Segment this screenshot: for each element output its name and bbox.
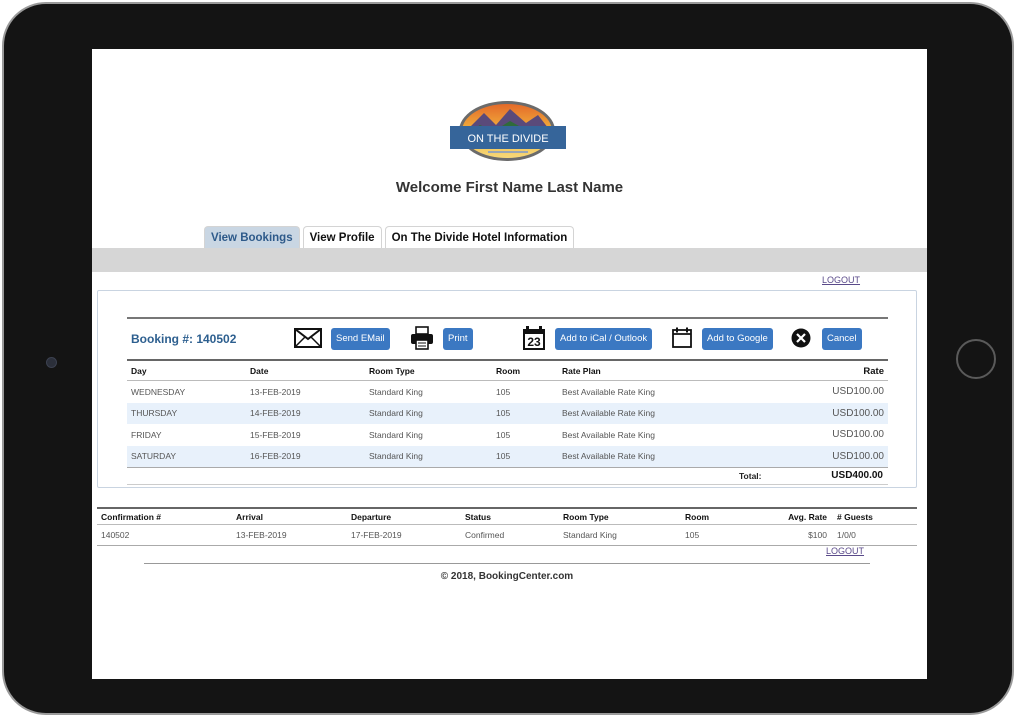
cell-day: FRIDAY (131, 429, 162, 440)
col-room-header: Room (681, 509, 763, 525)
cell-departure: 17-FEB-2019 (347, 524, 461, 546)
booking-nights-table: Day Date Room Type Room Rate Plan Rate W… (127, 362, 888, 467)
reservation-summary-table: Confirmation # Arrival Departure Status … (97, 509, 917, 546)
copyright-text: © 2018, BookingCenter.com (440, 571, 574, 582)
table-row: THURSDAY 14-FEB-2019 Standard King 105 B… (127, 402, 888, 424)
table-row: 140502 13-FEB-2019 17-FEB-2019 Confirmed… (97, 524, 917, 546)
cell-rate: USD100.00 (832, 429, 884, 441)
col-arrival-header: Arrival (232, 509, 347, 525)
col-room-header: Room (492, 362, 558, 381)
col-room-type-header: Room Type (365, 362, 492, 381)
divider (127, 467, 888, 468)
cell-confirmation: 140502 (97, 524, 232, 546)
cell-room: 105 (492, 445, 558, 467)
booking-number: Booking #: 140502 (131, 332, 237, 346)
cell-rate-plan: Best Available Rate King (562, 429, 655, 440)
add-to-google-button[interactable]: Add to Google (702, 328, 773, 350)
cell-rate: USD100.00 (738, 402, 888, 424)
col-rate-header: Rate (738, 362, 888, 381)
col-status-header: Status (461, 509, 559, 525)
divider (127, 359, 888, 361)
cell-date: 16-FEB-2019 (246, 445, 365, 467)
table-row: SATURDAY 16-FEB-2019 Standard King 105 B… (127, 445, 888, 467)
booking-panel: Booking #: 140502 Send EMail Print 23 Ad… (97, 290, 917, 488)
add-to-ical-button[interactable]: Add to iCal / Outlook (555, 328, 653, 350)
col-date-header: Date (246, 362, 365, 381)
cell-day: THURSDAY (127, 402, 246, 424)
total-value: USD400.00 (831, 470, 883, 481)
divider (127, 484, 888, 485)
hotel-logo: ON THE DIVIDE (450, 101, 566, 161)
cell-room-type: Standard King (559, 524, 681, 546)
cell-room: 105 (496, 429, 511, 440)
divider (144, 563, 870, 564)
tab-view-bookings[interactable]: View Bookings (204, 226, 300, 248)
logo-text: ON THE DIVIDE (467, 133, 548, 145)
calendar-icon[interactable] (672, 327, 692, 348)
cell-day: SATURDAY (127, 445, 246, 467)
cell-room-type: Standard King (365, 445, 492, 467)
col-departure-header: Departure (347, 509, 461, 525)
cell-room-type: Standard King (369, 386, 423, 397)
tab-bar: View Bookings View Profile On The Divide… (204, 226, 575, 248)
print-button[interactable]: Print (443, 328, 473, 350)
tab-hotel-information[interactable]: On The Divide Hotel Information (384, 226, 575, 248)
calendar-23-icon[interactable]: 23 (522, 325, 546, 351)
col-avg-rate-header: Avg. Rate (763, 509, 833, 525)
cell-room: 105 (681, 524, 763, 546)
col-confirmation-header: Confirmation # (97, 509, 232, 525)
cell-rate-plan: Best Available Rate King (558, 445, 738, 467)
col-rate-plan-header: Rate Plan (558, 362, 738, 381)
tablet-frame: ON THE DIVIDE Welcome First Name Last Na… (2, 2, 1014, 715)
table-header-row: Confirmation # Arrival Departure Status … (97, 509, 917, 525)
col-guests-header: # Guests (833, 509, 917, 525)
total-label: Total: (739, 471, 762, 481)
cell-day: WEDNESDAY (131, 386, 186, 397)
cell-arrival: 13-FEB-2019 (232, 524, 347, 546)
cell-room: 105 (492, 402, 558, 424)
cell-room-type: Standard King (369, 429, 423, 440)
table-row: FRIDAY 15-FEB-2019 Standard King 105 Bes… (127, 424, 888, 446)
cell-room-type: Standard King (365, 402, 492, 424)
cell-avg-rate: $100 (763, 524, 833, 546)
cell-date: 15-FEB-2019 (250, 429, 301, 440)
app-screen: ON THE DIVIDE Welcome First Name Last Na… (92, 49, 927, 679)
cell-rate-plan: Best Available Rate King (562, 386, 655, 397)
table-header-row: Day Date Room Type Room Rate Plan Rate (127, 362, 888, 381)
cell-status: Confirmed (461, 524, 559, 546)
printer-icon[interactable] (410, 326, 434, 350)
tab-content-band (92, 248, 927, 272)
logout-link-top[interactable]: LOGOUT (822, 275, 860, 285)
close-circle-icon[interactable] (791, 328, 811, 348)
cancel-button[interactable]: Cancel (822, 328, 862, 350)
logout-link-bottom[interactable]: LOGOUT (826, 546, 864, 556)
tab-view-profile[interactable]: View Profile (302, 226, 382, 248)
table-row: WEDNESDAY 13-FEB-2019 Standard King 105 … (127, 381, 888, 403)
cell-rate: USD100.00 (832, 386, 884, 398)
cell-date: 14-FEB-2019 (246, 402, 365, 424)
cell-rate: USD100.00 (738, 445, 888, 467)
col-room-type-header: Room Type (559, 509, 681, 525)
welcome-heading: Welcome First Name Last Name (395, 179, 624, 196)
cell-room: 105 (496, 386, 511, 397)
divider (127, 317, 888, 319)
calendar-day-number: 23 (527, 335, 541, 349)
home-button[interactable] (956, 339, 996, 379)
camera-dot (46, 357, 57, 368)
col-day-header: Day (127, 362, 246, 381)
cell-guests: 1/0/0 (833, 524, 917, 546)
envelope-icon[interactable] (294, 328, 322, 348)
send-email-button[interactable]: Send EMail (331, 328, 390, 350)
cell-date: 13-FEB-2019 (250, 386, 301, 397)
cell-rate-plan: Best Available Rate King (558, 402, 738, 424)
